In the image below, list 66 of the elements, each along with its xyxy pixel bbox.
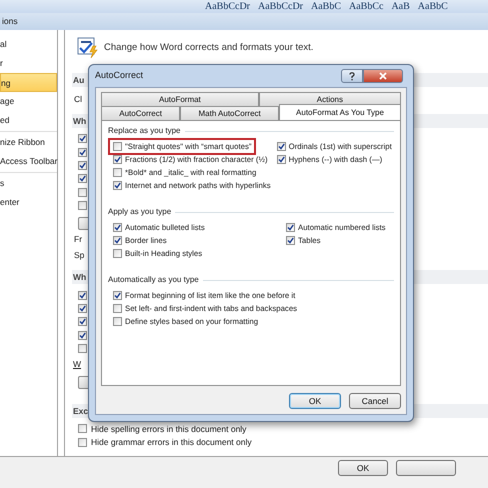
checkbox[interactable] xyxy=(113,236,122,245)
checkbox[interactable] xyxy=(78,148,87,157)
sidebar-item[interactable]: age xyxy=(0,92,57,111)
dialog-button[interactable]: Cancel xyxy=(349,393,401,409)
tab[interactable]: AutoCorrect xyxy=(101,106,180,120)
sidebar-item[interactable]: ng xyxy=(0,73,57,92)
checkbox[interactable] xyxy=(276,142,286,151)
description-text: Change how Word corrects and formats your text. xyxy=(104,40,314,55)
sidebar-item[interactable]: r xyxy=(0,54,57,73)
checkbox[interactable] xyxy=(78,344,87,354)
style-sample[interactable]: AaBbC xyxy=(418,0,448,13)
help-button[interactable] xyxy=(341,69,363,83)
checkbox[interactable] xyxy=(113,291,122,300)
checkbox[interactable] xyxy=(286,236,295,245)
checkbox[interactable] xyxy=(78,134,87,144)
window-title: ions xyxy=(2,16,18,26)
checkbox[interactable] xyxy=(78,304,87,313)
sidebar-item[interactable]: s xyxy=(0,174,57,193)
checkbox[interactable] xyxy=(78,317,87,326)
tab[interactable]: Math AutoCorrect xyxy=(180,106,279,120)
sidebar-item[interactable]: nize Ribbon xyxy=(0,133,57,152)
checkbox[interactable] xyxy=(113,142,122,151)
checkbox[interactable] xyxy=(113,249,122,258)
tab[interactable]: AutoFormat As You Type xyxy=(279,104,401,120)
checkbox[interactable] xyxy=(78,174,87,184)
group-title: Apply as you type xyxy=(108,206,172,218)
checkbox[interactable] xyxy=(113,168,122,177)
ok-button[interactable]: OK xyxy=(338,460,388,476)
checkbox-label: Hide grammar errors in this document only xyxy=(91,436,252,449)
checkbox[interactable] xyxy=(78,201,87,210)
checkbox[interactable] xyxy=(78,160,87,170)
sidebar-item[interactable]: Access Toolbar xyxy=(0,152,57,171)
checkbox-label: Hide spelling errors in this document only xyxy=(91,422,246,436)
checkbox[interactable] xyxy=(276,155,286,164)
style-sample[interactable]: AaBbCc xyxy=(349,0,384,13)
checkbox[interactable] xyxy=(113,317,122,326)
close-button[interactable] xyxy=(363,69,403,83)
checkbox[interactable] xyxy=(113,223,122,232)
checkbox[interactable] xyxy=(286,223,295,232)
checkbox[interactable] xyxy=(78,290,87,300)
style-sample[interactable]: AaBbCcDr xyxy=(205,0,250,13)
spelling-check-icon xyxy=(77,37,99,59)
link[interactable]: W xyxy=(72,357,82,372)
sidebar-item[interactable]: al xyxy=(0,35,57,54)
checkbox[interactable] xyxy=(78,424,87,434)
tab[interactable]: AutoFormat xyxy=(101,92,259,106)
close-icon xyxy=(379,72,387,80)
sidebar-item[interactable]: ed xyxy=(0,111,57,130)
option-label: Sp xyxy=(73,249,84,262)
checkbox[interactable] xyxy=(113,304,122,313)
sidebar-item[interactable]: enter xyxy=(0,193,57,212)
group-title: Automatically as you type xyxy=(108,274,199,286)
checkbox[interactable] xyxy=(78,438,87,447)
dialog-button[interactable]: OK xyxy=(289,393,341,409)
style-sample[interactable]: AaBbC xyxy=(311,0,341,13)
option-label: Fr xyxy=(73,233,82,246)
style-sample[interactable]: AaBbCcDr xyxy=(258,0,303,13)
group-title: Replace as you type xyxy=(108,125,180,137)
option-label: Cl xyxy=(73,93,82,106)
checkbox[interactable] xyxy=(78,188,87,197)
checkbox[interactable] xyxy=(78,330,87,340)
checkbox[interactable] xyxy=(113,181,122,190)
checkbox[interactable] xyxy=(113,155,122,164)
help-icon xyxy=(349,72,355,80)
button[interactable] xyxy=(396,460,456,476)
style-sample[interactable]: AaB xyxy=(391,0,410,13)
